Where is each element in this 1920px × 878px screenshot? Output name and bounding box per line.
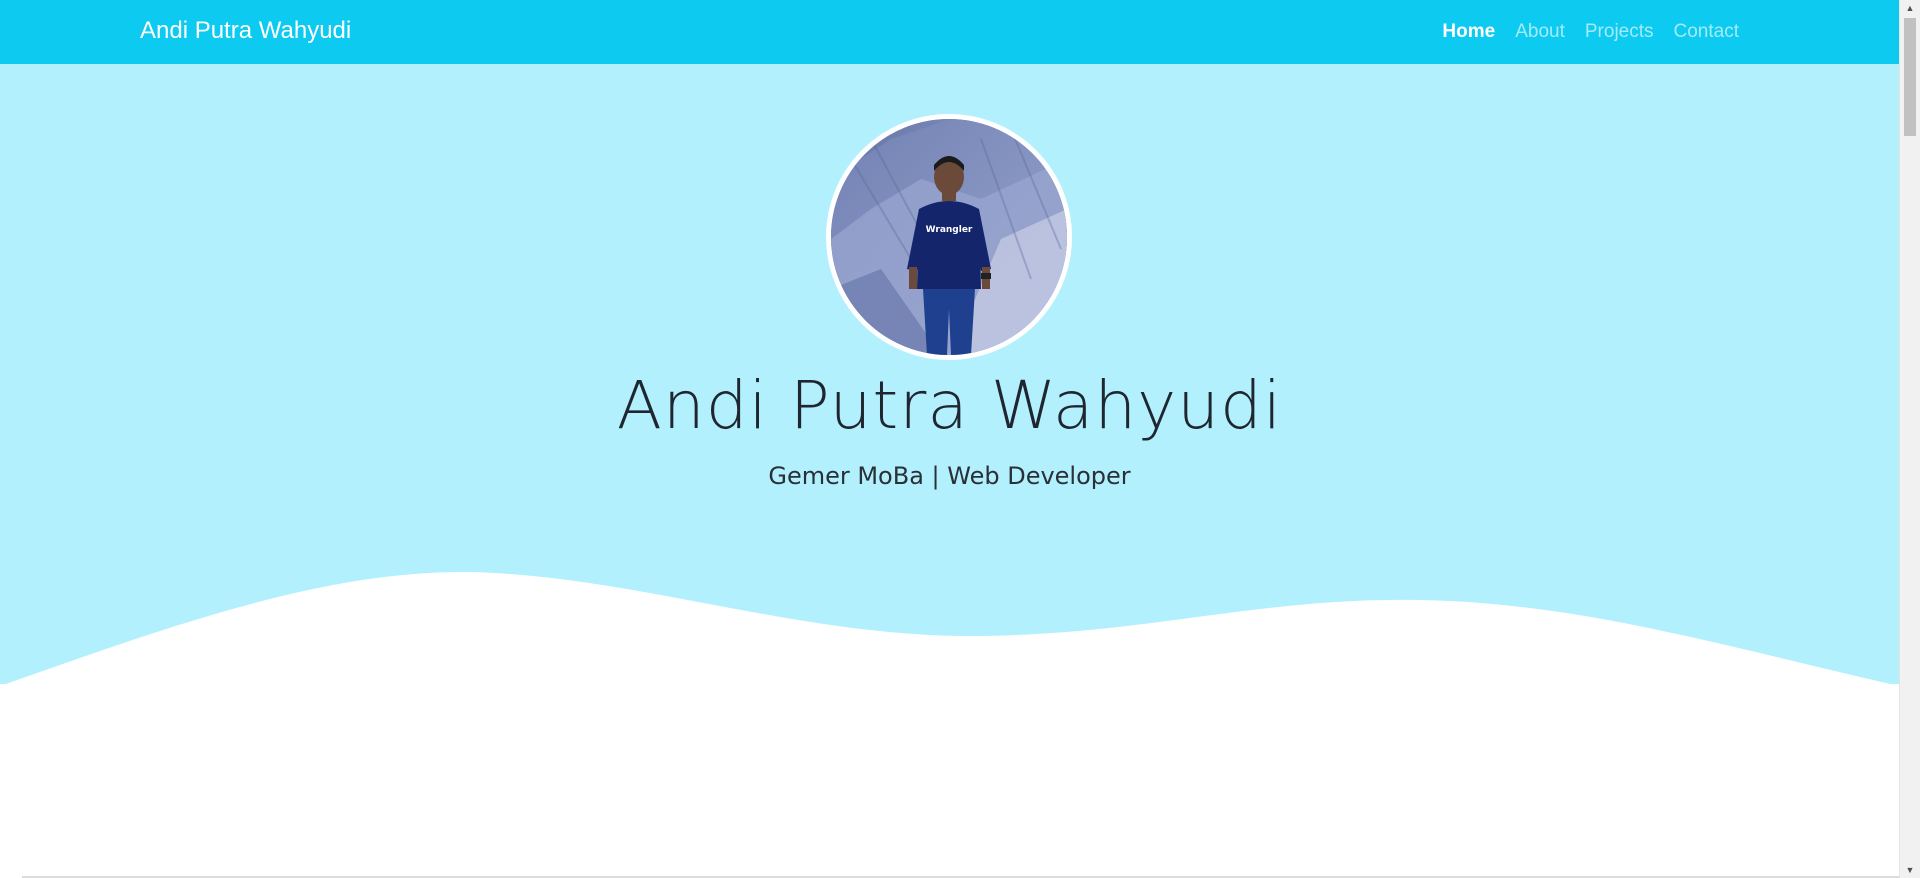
navbar: Andi Putra Wahyudi Home About Projects C… [0,0,1899,64]
nav-link-home[interactable]: Home [1432,1,1505,63]
page: Andi Putra Wahyudi Home About Projects C… [0,0,1920,878]
hero-wave-divider [0,571,1899,878]
nav-link-contact[interactable]: Contact [1664,1,1749,63]
profile-avatar: Wrangler [826,114,1072,360]
hero-tagline: Gemer MoBa | Web Developer [768,462,1131,490]
triangle-up-icon[interactable]: ▲ [1900,0,1920,16]
profile-photo: Wrangler [831,119,1067,355]
navbar-brand[interactable]: Andi Putra Wahyudi [140,0,351,64]
vertical-scrollbar[interactable]: ▲ ▼ [1899,0,1920,878]
hero-name: Andi Putra Wahyudi [616,367,1283,444]
shirt-text: Wrangler [926,225,973,235]
nav-link-about[interactable]: About [1505,1,1575,63]
nav-link-projects[interactable]: Projects [1575,1,1664,63]
nav-links: Home About Projects Contact [1432,0,1749,64]
scrollbar-thumb[interactable] [1904,18,1916,136]
triangle-down-icon[interactable]: ▼ [1900,862,1920,878]
